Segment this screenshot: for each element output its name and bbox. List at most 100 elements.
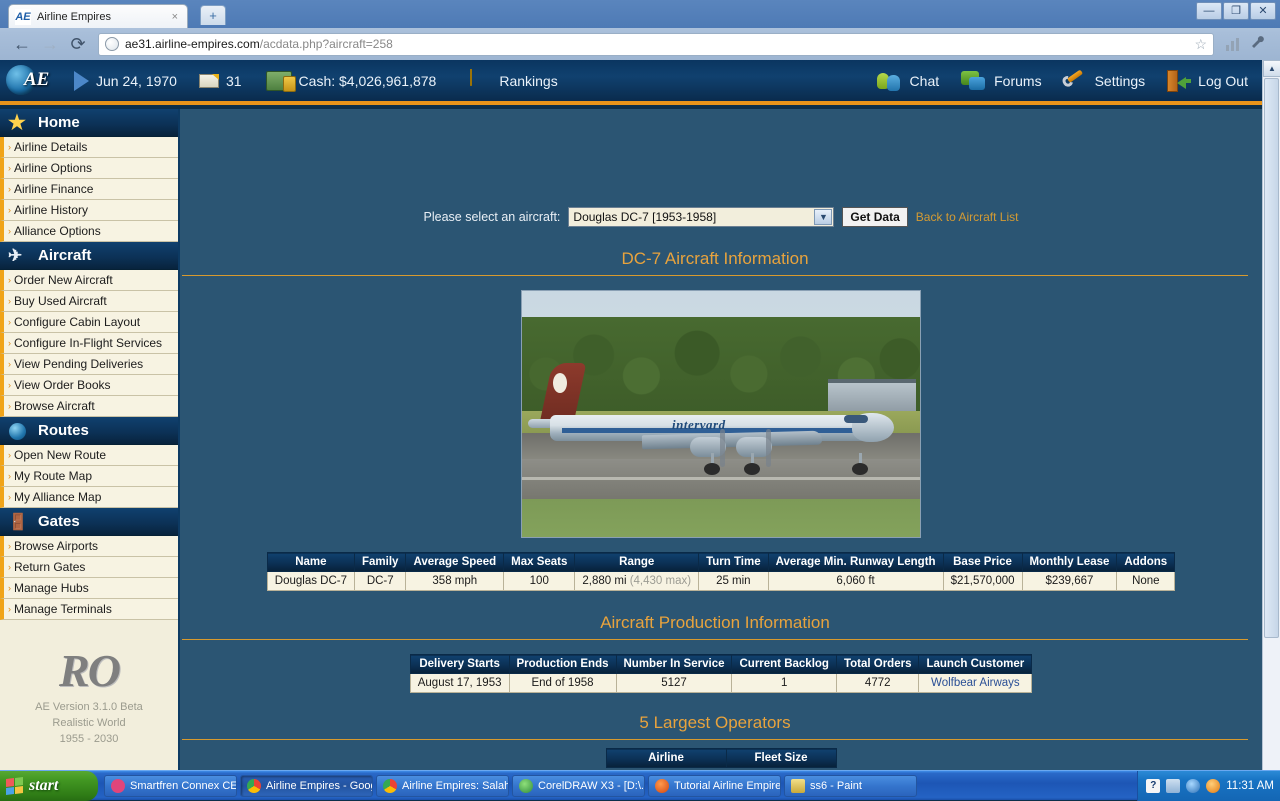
taskbar-item-airline-empires-google[interactable]: Airline Empires - Goog... [240, 775, 373, 797]
col-launch-customer: Launch Customer [919, 655, 1032, 674]
cell-range: 2,880 mi (4,430 max) [575, 572, 699, 591]
browser-tab[interactable]: AE Airline Empires × [8, 4, 188, 28]
sidebar-item-buy-used-aircraft[interactable]: ›Buy Used Aircraft [0, 291, 178, 312]
get-data-button[interactable]: Get Data [842, 207, 907, 227]
topnav-forums[interactable]: Forums [961, 60, 1041, 101]
new-tab-button[interactable]: + [200, 5, 226, 25]
scroll-up-icon[interactable]: ▲ [1263, 60, 1280, 77]
chrome-menu-icon[interactable] [1246, 31, 1272, 57]
sidebar-item-view-pending-deliveries[interactable]: ›View Pending Deliveries [0, 354, 178, 375]
taskbar-item-smartfren[interactable]: Smartfren Connex CE... [104, 775, 237, 797]
minimize-icon[interactable]: — [1196, 2, 1222, 20]
chevron-down-icon[interactable]: ▼ [814, 209, 832, 225]
back-icon[interactable]: ← [8, 31, 36, 57]
sidebar-item-manage-hubs[interactable]: ›Manage Hubs [0, 578, 178, 599]
windows-logo-icon [6, 776, 23, 794]
start-button[interactable]: start [0, 771, 98, 801]
sidebar-item-label: My Route Map [14, 469, 92, 483]
sidebar-item-configure-in-flight-services[interactable]: ›Configure In-Flight Services [0, 333, 178, 354]
aircraft-photo: intervard [521, 290, 921, 538]
topnav-settings[interactable]: Settings [1064, 60, 1146, 101]
help-icon[interactable]: ? [1146, 779, 1160, 793]
sidebar-item-manage-terminals[interactable]: ›Manage Terminals [0, 599, 178, 620]
sidebar-item-label: My Alliance Map [14, 490, 101, 504]
cell-number-in-service: 5127 [616, 674, 732, 693]
page-scrollbar[interactable]: ▲ [1262, 60, 1280, 770]
taskbar-item-label: Tutorial Airline Empire... [674, 780, 781, 792]
sidebar-item-browse-airports[interactable]: ›Browse Airports [0, 536, 178, 557]
col-number-in-service: Number In Service [616, 655, 732, 674]
sidebar-section-routes[interactable]: Routes [0, 417, 178, 445]
taskbar-item-ss6-paint[interactable]: ss6 - Paint [784, 775, 917, 797]
col-current-backlog: Current Backlog [732, 655, 836, 674]
shield-icon[interactable] [1186, 779, 1200, 793]
scrollbar-thumb[interactable] [1264, 78, 1279, 638]
sidebar-item-open-new-route[interactable]: ›Open New Route [0, 445, 178, 466]
taskbar-item-coreldraw[interactable]: CorelDRAW X3 - [D:\... [512, 775, 645, 797]
col-family: Family [355, 553, 406, 572]
sidebar-section-title: Aircraft [38, 247, 91, 264]
close-icon[interactable]: × [169, 11, 181, 23]
sidebar-item-airline-history[interactable]: ›Airline History [0, 200, 178, 221]
chevron-right-icon: › [8, 380, 11, 390]
back-to-aircraft-list-link[interactable]: Back to Aircraft List [916, 210, 1019, 224]
aircraft-livery-text: intervard [672, 417, 726, 433]
col-base-price: Base Price [943, 553, 1022, 572]
topnav-logout[interactable]: Log Out [1167, 60, 1248, 101]
taskbar-item-airline-empires-salah[interactable]: Airline Empires: Salah... [376, 775, 509, 797]
topnav-messages[interactable]: 31 [177, 60, 242, 101]
sidebar-section-home[interactable]: ★ Home [0, 109, 178, 137]
reload-icon[interactable]: ⟳ [64, 31, 92, 57]
network-icon[interactable] [1166, 779, 1180, 793]
sidebar-item-view-order-books[interactable]: ›View Order Books [0, 375, 178, 396]
sidebar-section-aircraft[interactable]: ✈ Aircraft [0, 242, 178, 270]
sidebar-item-browse-aircraft[interactable]: ›Browse Aircraft [0, 396, 178, 417]
sidebar-item-my-alliance-map[interactable]: ›My Alliance Map [0, 487, 178, 508]
taskbar-item-tutorial-airline-empires[interactable]: Tutorial Airline Empire... [648, 775, 781, 797]
range-max-value: (4,430 max) [630, 575, 691, 587]
browser-chrome: AE Airline Empires × + — ❐ ✕ ← → ⟳ ae31.… [0, 0, 1280, 60]
sidebar-item-airline-options[interactable]: ›Airline Options [0, 158, 178, 179]
chevron-right-icon: › [8, 275, 11, 285]
launch-customer-link[interactable]: Wolfbear Airways [931, 677, 1020, 689]
sidebar-item-label: Browse Airports [14, 539, 98, 553]
play-icon[interactable] [74, 71, 89, 91]
col-range: Range [575, 553, 699, 572]
start-label: start [29, 777, 58, 795]
sidebar-item-configure-cabin-layout[interactable]: ›Configure Cabin Layout [0, 312, 178, 333]
opera-icon [655, 779, 669, 793]
topnav-rankings[interactable]: Rankings [440, 60, 557, 101]
topnav-chat[interactable]: Chat [877, 60, 940, 101]
sidebar-section-gates[interactable]: 🚪 Gates [0, 508, 178, 536]
update-icon[interactable] [1206, 779, 1220, 793]
topnav-date[interactable]: Jun 24, 1970 [58, 60, 177, 101]
taskbar-item-label: ss6 - Paint [810, 780, 862, 792]
site-globe-icon [105, 37, 119, 51]
forward-icon[interactable]: → [36, 31, 64, 57]
sidebar-item-alliance-options[interactable]: ›Alliance Options [0, 221, 178, 242]
largest-operators-table: Airline Fleet Size [606, 748, 837, 768]
table-header-row: Name Family Average Speed Max Seats Rang… [267, 553, 1174, 572]
cell-production-ends: End of 1958 [509, 674, 616, 693]
cell-launch-customer[interactable]: Wolfbear Airways [919, 674, 1032, 693]
clock[interactable]: 11:31 AM [1226, 780, 1274, 792]
aircraft-select[interactable]: Douglas DC-7 [1953-1958] ▼ [568, 207, 834, 227]
col-production-ends: Production Ends [509, 655, 616, 674]
sidebar-item-airline-finance[interactable]: ›Airline Finance [0, 179, 178, 200]
sidebar-item-my-route-map[interactable]: ›My Route Map [0, 466, 178, 487]
topnav-cash: Cash: $4,026,961,878 [242, 60, 437, 101]
address-bar[interactable]: ae31.airline-empires.com /acdata.php?air… [98, 33, 1214, 56]
maximize-icon[interactable]: ❐ [1223, 2, 1249, 20]
close-window-icon[interactable]: ✕ [1250, 2, 1276, 20]
sidebar-item-airline-details[interactable]: ›Airline Details [0, 137, 178, 158]
col-addons: Addons [1117, 553, 1175, 572]
ae-logo-icon[interactable]: AE [2, 61, 58, 101]
sidebar-item-return-gates[interactable]: ›Return Gates [0, 557, 178, 578]
sidebar-item-label: Open New Route [14, 448, 106, 462]
system-tray: ? 11:31 AM [1137, 771, 1280, 801]
bookmark-star-icon[interactable]: ☆ [1194, 36, 1207, 53]
extension-icon[interactable] [1220, 31, 1246, 57]
money-icon [266, 71, 292, 91]
sidebar-item-order-new-aircraft[interactable]: ›Order New Aircraft [0, 270, 178, 291]
window-controls: — ❐ ✕ [1196, 2, 1276, 20]
